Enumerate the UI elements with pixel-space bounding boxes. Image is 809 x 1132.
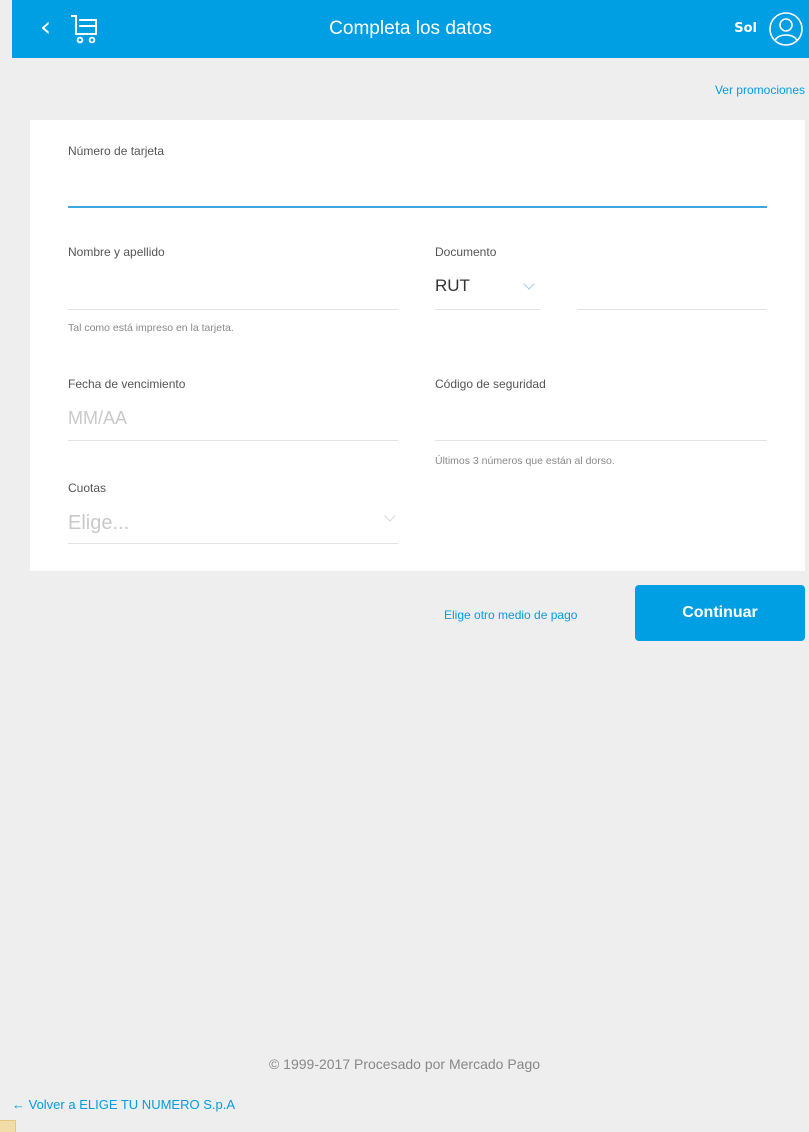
document-type-value: RUT <box>435 276 470 295</box>
installments-select[interactable]: Elige... <box>68 500 398 544</box>
footer-copyright: © 1999-2017 Procesado por Mercado Pago <box>268 1056 541 1072</box>
expiry-underline <box>68 440 398 441</box>
security-code-hint: Últimos 3 números que están al dorso. <box>435 455 615 467</box>
card-number-label: Número de tarjeta <box>68 144 165 158</box>
corner-decoration <box>0 1120 16 1132</box>
continue-button[interactable]: Continuar <box>635 585 805 641</box>
installments-underline <box>68 543 398 544</box>
document-label: Documento <box>435 245 497 259</box>
document-type-underline <box>435 309 540 310</box>
security-code-label: Código de seguridad <box>435 377 546 391</box>
document-number-input[interactable] <box>577 270 767 310</box>
chevron-down-icon <box>384 510 396 522</box>
expiry-input[interactable]: MM/AA <box>68 394 398 440</box>
name-hint: Tal como está impreso en la tarjeta. <box>68 322 234 334</box>
promotions-link[interactable]: Ver promociones <box>715 83 805 97</box>
installments-label: Cuotas <box>68 481 107 495</box>
back-to-merchant-link[interactable]: ← Volver a ELIGE TU NUMERO S.p.A <box>12 1097 235 1112</box>
card-number-input[interactable] <box>68 160 767 206</box>
user-name[interactable]: Sol <box>734 21 757 36</box>
installments-placeholder: Elige... <box>68 512 130 534</box>
user-avatar-icon[interactable] <box>767 10 805 48</box>
name-underline <box>68 309 398 310</box>
card-form: Número de tarjeta Nombre y apellido Tal … <box>30 120 805 571</box>
name-label: Nombre y apellido <box>68 245 165 259</box>
card-number-underline <box>68 206 767 208</box>
other-payment-method-link[interactable]: Elige otro medio de pago <box>444 608 577 622</box>
expiry-placeholder: MM/AA <box>68 408 128 428</box>
security-code-underline <box>435 440 767 441</box>
security-code-input[interactable] <box>435 394 767 440</box>
name-input[interactable] <box>68 262 398 308</box>
expiry-label: Fecha de vencimiento <box>68 377 186 391</box>
document-type-select[interactable]: RUT <box>435 270 540 310</box>
chevron-down-icon <box>523 278 535 290</box>
page-title: Completa los datos <box>329 18 492 39</box>
document-number-underline <box>577 309 767 310</box>
top-bar: ‹ Completa los datos Sol <box>12 0 809 58</box>
